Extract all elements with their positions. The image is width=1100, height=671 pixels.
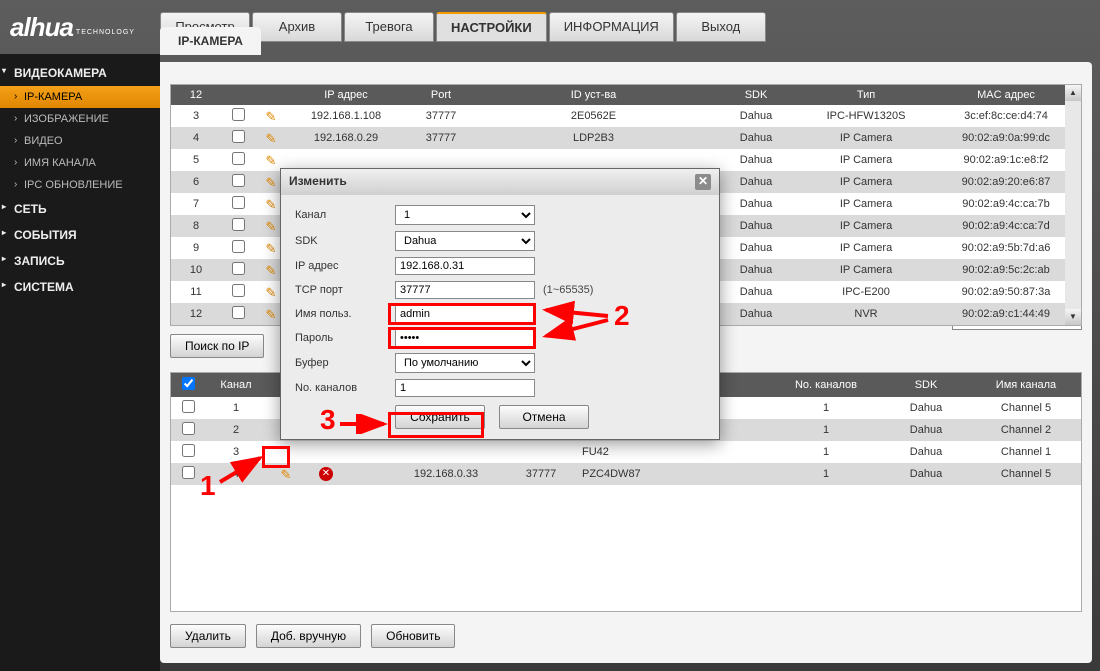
row-checkbox[interactable] [232,240,245,253]
devtable-scrollbar[interactable]: ▲ ▼ [1065,85,1081,325]
tab-archive[interactable]: Архив [252,12,342,42]
th-count: 12 [171,85,221,105]
field-channel[interactable]: 1 [395,205,535,225]
sidebar-item-ipcupdate[interactable]: IPC ОБНОВЛЕНИЕ [0,174,160,196]
pencil-icon[interactable] [264,131,278,145]
pencil-icon[interactable] [264,109,278,123]
search-by-ip-button[interactable]: Поиск по IP [170,334,264,358]
sidebar-item-channelname[interactable]: ИМЯ КАНАЛА [0,152,160,174]
row-checkbox[interactable] [232,284,245,297]
row-checkbox[interactable] [232,108,245,121]
delete-button[interactable]: Удалить [170,624,246,648]
row-checkbox[interactable] [232,218,245,231]
sidebar-group-network[interactable]: СЕТЬ [0,196,160,222]
lbl-tcpport: TCP порт [295,284,395,296]
tab-settings[interactable]: НАСТРОЙКИ [436,12,547,42]
th-channel: Канал [206,373,266,397]
sidebar-item-ipcamera[interactable]: IP-КАМЕРА [0,86,160,108]
add-manual-button[interactable]: Доб. вручную [256,624,361,648]
th-ip: IP адрес [286,85,406,105]
pencil-icon[interactable] [264,219,278,233]
sidebar-group-record[interactable]: ЗАПИСЬ [0,248,160,274]
brand-logo: alhua TECHNOLOGY [10,7,150,47]
sidebar-group-camera[interactable]: ВИДЕОКАМЕРА [0,60,160,86]
edit-dialog: Изменить ✕ Канал1 SDKDahua IP адрес TCP … [280,168,720,440]
field-user[interactable] [395,305,535,323]
pencil-icon[interactable] [264,307,278,321]
pencil-icon[interactable] [279,467,293,481]
sidebar-group-system[interactable]: СИСТЕМА [0,274,160,300]
dialog-close-icon[interactable]: ✕ [695,174,711,190]
table-row[interactable]: 4192.168.0.2937777LDP2B3DahuaIP Camera90… [171,127,1081,149]
pencil-icon[interactable] [264,197,278,211]
lbl-buffer: Буфер [295,357,395,369]
lbl-sdk: SDK [295,235,395,247]
pencil-icon[interactable] [264,263,278,277]
th-type: Тип [801,85,931,105]
sidebar-group-events[interactable]: СОБЫТИЯ [0,222,160,248]
table-row[interactable]: 3FU421DahuaChannel 1 [171,441,1081,463]
refresh-button[interactable]: Обновить [371,624,455,648]
row-checkbox[interactable] [182,444,195,457]
lbl-user: Имя польз. [295,308,395,320]
field-tcpport[interactable] [395,281,535,299]
lbl-pass: Пароль [295,332,395,344]
row-checkbox[interactable] [232,152,245,165]
tab-exit[interactable]: Выход [676,12,766,42]
th-mac: MAC адрес [931,85,1081,105]
field-sdk[interactable]: Dahua [395,231,535,251]
lbl-channel: Канал [295,209,395,221]
pencil-icon[interactable] [264,175,278,189]
table-row[interactable]: 3192.168.1.108377772E0562EDahuaIPC-HFW13… [171,105,1081,127]
sidebar-item-image[interactable]: ИЗОБРАЖЕНИЕ [0,108,160,130]
row-checkbox[interactable] [182,466,195,479]
th-checkall[interactable] [171,373,206,397]
lbl-numch: No. каналов [295,382,395,394]
row-checkbox[interactable] [232,196,245,209]
brand-sub: TECHNOLOGY [76,29,135,36]
th-r-sdk: SDK [881,373,971,397]
tab-info[interactable]: ИНФОРМАЦИЯ [549,12,674,42]
th-sdk: SDK [711,85,801,105]
tab-alarm[interactable]: Тревога [344,12,434,42]
dialog-title: Изменить [289,174,347,190]
content-tab-ipcamera[interactable]: IP-КАМЕРА [160,27,261,55]
row-checkbox[interactable] [182,400,195,413]
hint-tcpport: (1~65535) [543,284,593,296]
pencil-icon[interactable] [264,241,278,255]
sidebar: ВИДЕОКАМЕРА IP-КАМЕРА ИЗОБРАЖЕНИЕ ВИДЕО … [0,54,160,671]
row-checkbox[interactable] [232,174,245,187]
pencil-icon[interactable] [264,153,278,167]
row-checkbox[interactable] [232,130,245,143]
th-chname: Имя канала [971,373,1081,397]
checkall-box[interactable] [182,377,195,390]
status-error-icon: ✕ [319,467,333,481]
brand-name: alhua [10,12,73,43]
field-ip[interactable] [395,257,535,275]
scroll-up-icon[interactable]: ▲ [1065,85,1081,101]
row-checkbox[interactable] [182,422,195,435]
field-numch[interactable] [395,379,535,397]
save-button[interactable]: Сохранить [395,405,485,429]
field-buffer[interactable]: По умолчанию [395,353,535,373]
sidebar-item-video[interactable]: ВИДЕО [0,130,160,152]
th-port: Port [406,85,476,105]
th-devid: ID уст-ва [476,85,711,105]
th-numch: No. каналов [771,373,881,397]
pencil-icon[interactable] [264,285,278,299]
table-row[interactable]: 4✕192.168.0.3337777PZC4DW871DahuaChannel… [171,463,1081,485]
row-checkbox[interactable] [232,306,245,319]
lbl-ip: IP адрес [295,260,395,272]
cancel-button[interactable]: Отмена [499,405,589,429]
row-checkbox[interactable] [232,262,245,275]
scroll-down-icon[interactable]: ▼ [1065,309,1081,325]
field-pass[interactable] [395,329,535,347]
